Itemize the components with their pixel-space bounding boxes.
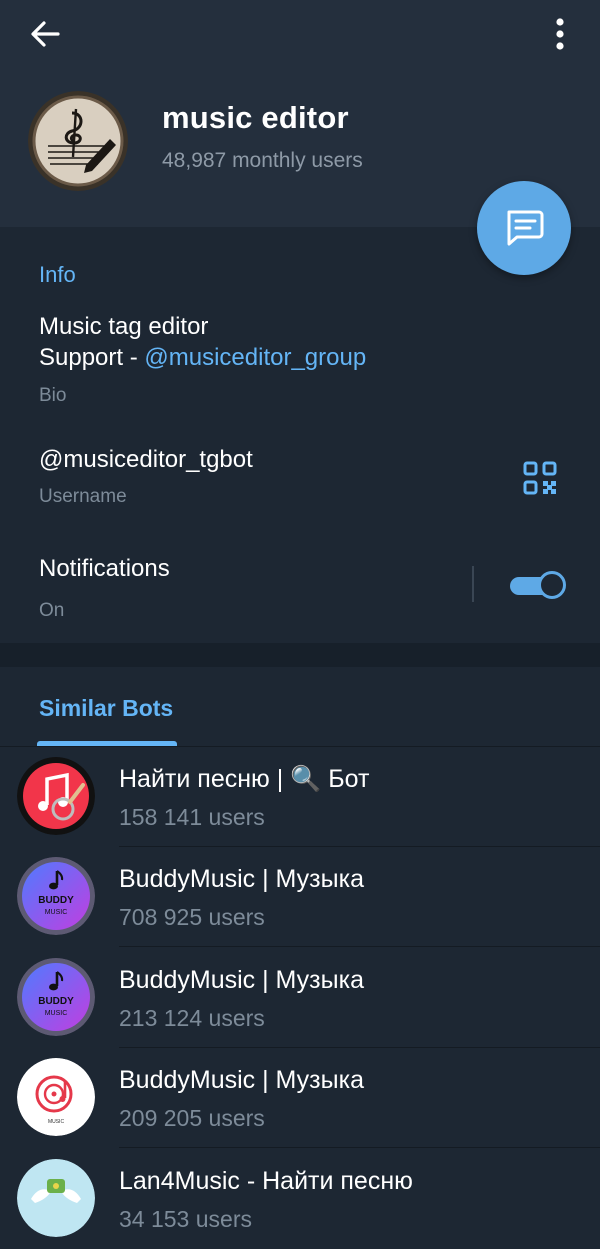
list-item[interactable]: Найти песню | 🔍 Бот 158 141 users xyxy=(0,747,600,847)
tab-similar-bots[interactable]: Similar Bots xyxy=(39,695,173,722)
arrow-left-icon xyxy=(31,21,60,47)
buddy-logo-subtext: MUSIC xyxy=(45,909,68,916)
support-group-link[interactable]: @musiceditor_group xyxy=(144,344,366,371)
bot-name: Lan4Music - Найти песню xyxy=(119,1167,413,1195)
buddy-logo-text: BUDDY xyxy=(38,895,74,906)
bio-support-prefix: Support - xyxy=(39,344,145,371)
send-message-button[interactable] xyxy=(477,181,571,275)
notifications-toggle[interactable] xyxy=(508,569,568,603)
music-note-pencil-avatar xyxy=(28,91,128,191)
bot-users: 213 124 users xyxy=(119,1005,265,1031)
username-value[interactable]: @musiceditor_tgbot xyxy=(39,446,253,474)
qr-code-icon xyxy=(523,461,557,495)
bot-users: 158 141 users xyxy=(119,804,265,830)
list-item[interactable]: MUSIC BuddyMusic | Музыка 209 205 users xyxy=(0,1048,600,1148)
bot-avatar: BUDDY MUSIC xyxy=(17,857,95,935)
buddy-logo-text: BUDDY xyxy=(38,996,74,1007)
bot-users: 708 925 users xyxy=(119,904,265,930)
notifications-divider xyxy=(472,566,474,602)
bot-avatar xyxy=(17,1159,95,1237)
list-item[interactable]: BUDDY MUSIC BuddyMusic | Музыка 213 124 … xyxy=(0,948,600,1048)
bot-name: BuddyMusic | Музыка xyxy=(119,1066,364,1094)
tab-active-indicator xyxy=(37,741,177,746)
bot-users: 209 205 users xyxy=(119,1105,265,1131)
more-vertical-icon xyxy=(556,18,564,50)
row-divider xyxy=(119,1147,600,1148)
bot-avatar: BUDDY MUSIC xyxy=(17,958,95,1036)
bio-line-1: Music tag editor xyxy=(39,313,209,340)
bot-users: 34 153 users xyxy=(119,1206,252,1232)
profile-name: music editor xyxy=(162,100,349,135)
bot-name: BuddyMusic | Музыка xyxy=(119,865,364,893)
similar-tab-bar: Similar Bots xyxy=(0,667,600,747)
bot-name: BuddyMusic | Музыка xyxy=(119,966,364,994)
row-divider xyxy=(119,946,600,947)
bot-avatar: MUSIC xyxy=(17,1058,95,1136)
bot-name: Найти песню | 🔍 Бот xyxy=(119,765,370,793)
music-disc-avatar: MUSIC xyxy=(17,1058,95,1136)
info-section-title: Info xyxy=(39,262,76,287)
bio-line-2: Support - @musiceditor_group xyxy=(39,344,366,372)
lan4music-avatar xyxy=(17,1159,95,1237)
profile-avatar[interactable] xyxy=(28,91,128,191)
disc-logo-text: MUSIC xyxy=(48,1119,65,1125)
toggle-knob xyxy=(538,571,566,599)
username-caption: Username xyxy=(39,486,127,507)
buddy-music-avatar: BUDDY MUSIC xyxy=(17,857,95,935)
list-item[interactable]: Lan4Music - Найти песню 34 153 users xyxy=(0,1149,600,1249)
bot-avatar xyxy=(17,757,95,835)
apple-music-search-avatar xyxy=(17,757,95,835)
qr-code-button[interactable] xyxy=(522,460,558,496)
buddy-music-avatar: BUDDY MUSIC xyxy=(17,958,95,1036)
notifications-value: On xyxy=(39,600,65,621)
list-item[interactable]: BUDDY MUSIC BuddyMusic | Музыка 708 925 … xyxy=(0,847,600,947)
more-options-button[interactable] xyxy=(540,12,580,56)
back-button[interactable] xyxy=(24,14,68,54)
buddy-logo-subtext: MUSIC xyxy=(45,1010,68,1017)
bio-caption: Bio xyxy=(39,385,67,406)
section-gap xyxy=(0,643,600,667)
message-icon xyxy=(507,210,544,246)
monthly-users: 48,987 monthly users xyxy=(162,149,363,172)
notifications-label: Notifications xyxy=(39,555,170,582)
